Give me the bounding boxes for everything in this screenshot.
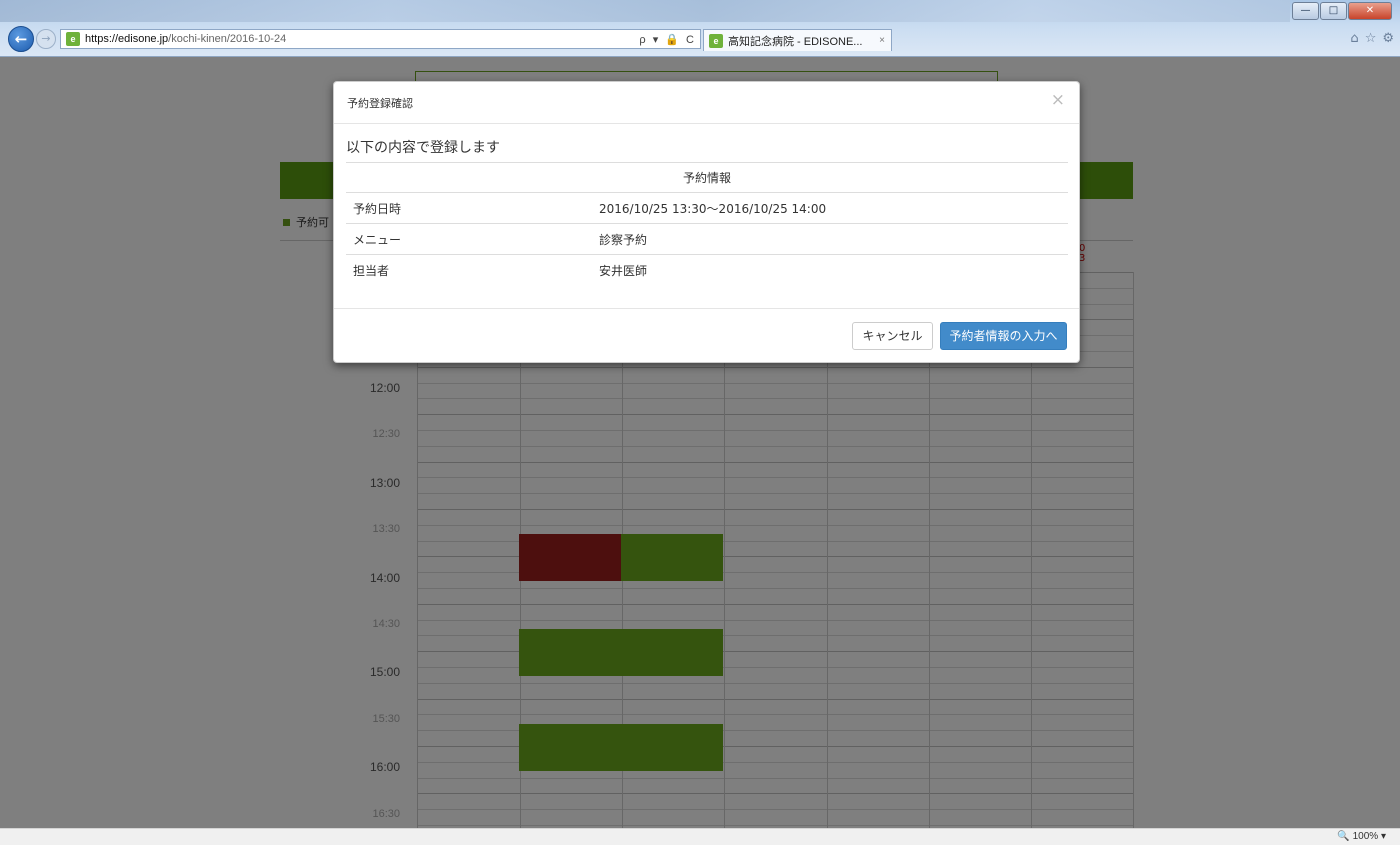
- reservation-info-table: 予約情報 予約日時 2016/10/25 13:30～2016/10/25 14…: [346, 162, 1068, 286]
- zoom-level: 100%: [1352, 831, 1379, 842]
- close-icon[interactable]: ×: [1051, 92, 1065, 109]
- row-key: 予約日時: [346, 192, 599, 224]
- row-value: 2016/10/25 13:30～2016/10/25 14:00: [599, 192, 1068, 224]
- status-bar: 🔍 100% ▾: [0, 828, 1400, 845]
- url-host: https://edisone.jp: [85, 33, 169, 45]
- table-row: 予約日時 2016/10/25 13:30～2016/10/25 14:00: [346, 192, 1068, 224]
- proceed-button[interactable]: 予約者情報の入力へ: [940, 322, 1067, 350]
- browser-chrome: — □ ✕ ← → e https://edisone.jp/kochi-kin…: [0, 0, 1400, 57]
- title-bar: [0, 0, 1290, 22]
- table-header: 予約情報: [346, 162, 1068, 193]
- site-favicon-icon: e: [66, 32, 80, 46]
- back-arrow-icon[interactable]: ←: [8, 26, 34, 52]
- dialog-title: 予約登録確認: [347, 97, 413, 110]
- tab-favicon-icon: e: [709, 33, 723, 48]
- row-key: 担当者: [346, 254, 599, 286]
- confirm-dialog: 予約登録確認 × 以下の内容で登録します 予約情報 予約日時 2016/10/2…: [333, 81, 1080, 363]
- dialog-footer: キャンセル 予約者情報の入力へ: [334, 308, 1079, 362]
- forward-arrow-icon[interactable]: →: [36, 29, 56, 49]
- close-window-button[interactable]: ✕: [1348, 2, 1392, 20]
- table-row: 担当者 安井医師: [346, 254, 1068, 286]
- dialog-header: 予約登録確認 ×: [334, 82, 1079, 124]
- row-value: 安井医師: [599, 254, 1068, 286]
- url-path: /kochi-kinen/2016-10-24: [168, 33, 287, 45]
- window-controls: — □ ✕: [1291, 2, 1392, 20]
- address-tools[interactable]: ρ ▾ 🔒 C: [639, 33, 696, 46]
- dialog-lead: 以下の内容で登録します: [346, 140, 500, 156]
- cancel-button[interactable]: キャンセル: [852, 322, 933, 350]
- row-value: 診察予約: [599, 223, 1068, 255]
- tab-title: 高知記念病院 - EDISONE...: [728, 35, 863, 48]
- favorites-star-icon[interactable]: ☆: [1365, 31, 1377, 46]
- browser-tab[interactable]: e 高知記念病院 - EDISONE... ×: [703, 29, 892, 51]
- address-bar[interactable]: e https://edisone.jp/kochi-kinen/2016-10…: [60, 29, 701, 49]
- maximize-button[interactable]: □: [1320, 2, 1347, 20]
- browser-tools: ⌂ ☆ ⚙: [1344, 31, 1394, 46]
- zoom-control[interactable]: 🔍 100% ▾: [1337, 831, 1386, 842]
- tab-close-icon[interactable]: ×: [879, 35, 885, 46]
- minimize-button[interactable]: —: [1292, 2, 1319, 20]
- dialog-body: 以下の内容で登録します 予約情報 予約日時 2016/10/25 13:30～2…: [334, 124, 1079, 286]
- settings-gear-icon[interactable]: ⚙: [1382, 31, 1394, 46]
- table-row: メニュー 診察予約: [346, 223, 1068, 255]
- row-key: メニュー: [346, 223, 599, 255]
- home-icon[interactable]: ⌂: [1350, 31, 1358, 46]
